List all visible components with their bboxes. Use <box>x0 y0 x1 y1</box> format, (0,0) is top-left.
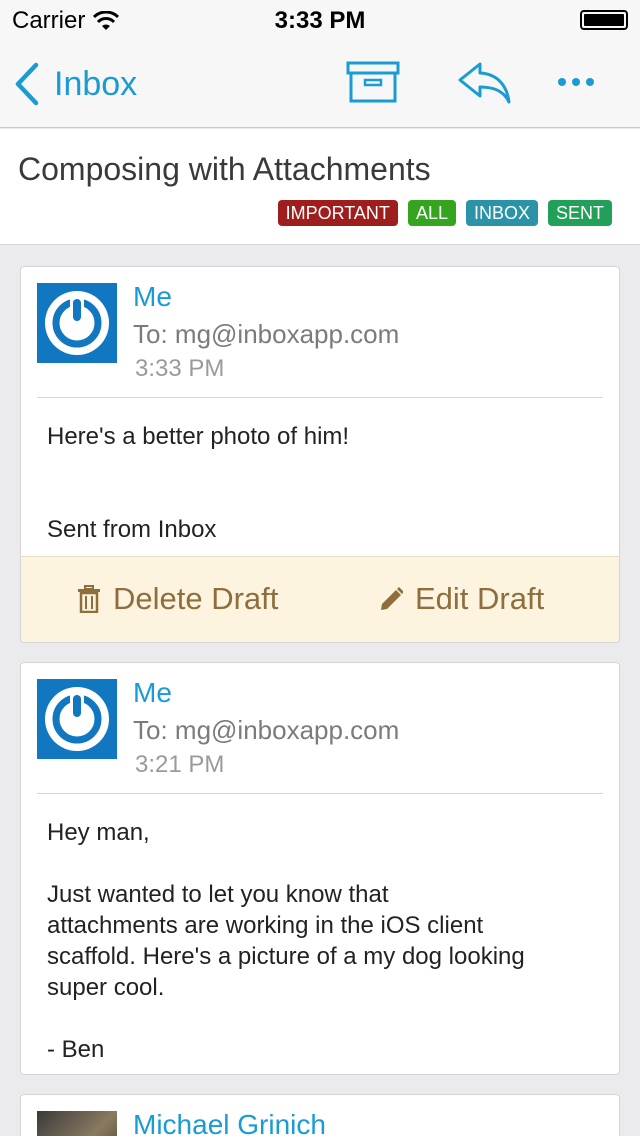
nav-bar: Inbox <box>0 40 640 128</box>
recipient: To: mg@inboxapp.com <box>133 715 400 745</box>
label-all[interactable]: ALL <box>407 200 456 226</box>
back-label: Inbox <box>54 64 138 103</box>
thread-subject: Composing with Attachments <box>18 151 431 187</box>
archive-icon[interactable] <box>346 60 400 104</box>
status-time: 3:33 PM <box>274 7 366 34</box>
thread-header: Composing with Attachments IMPORTANT ALL… <box>0 129 640 245</box>
chevron-left-icon <box>15 62 39 106</box>
message-body: Here's a better photo of him! Sent from … <box>47 423 350 543</box>
message-card[interactable]: Michael Grinich <box>20 1094 620 1136</box>
delete-draft-button[interactable]: Delete Draft <box>77 581 278 617</box>
message-card[interactable]: Me To: mg@inboxapp.com 3:33 PM Here's a … <box>20 266 620 643</box>
avatar <box>37 1111 117 1136</box>
edit-draft-label: Edit Draft <box>415 581 545 616</box>
sender-name: Michael Grinich <box>133 1109 326 1136</box>
sender-name: Me <box>133 677 172 708</box>
sender-name: Me <box>133 281 172 312</box>
divider <box>37 793 603 794</box>
back-button[interactable]: Inbox <box>14 62 137 106</box>
label-inbox[interactable]: INBOX <box>465 200 538 226</box>
avatar <box>37 679 117 759</box>
power-logo-icon <box>45 291 109 355</box>
message-time: 3:21 PM <box>135 751 225 778</box>
recipient: To: mg@inboxapp.com <box>133 319 400 349</box>
thread-labels: IMPORTANT ALL INBOX SENT <box>277 200 612 226</box>
status-bar: Carrier 3:33 PM <box>0 0 640 40</box>
message-time: 3:33 PM <box>135 355 225 382</box>
divider <box>37 397 603 398</box>
power-logo-icon <box>45 687 109 751</box>
delete-draft-label: Delete Draft <box>113 581 279 616</box>
pencil-icon <box>381 587 403 610</box>
battery-icon <box>580 10 628 30</box>
edit-draft-button[interactable]: Edit Draft <box>379 581 544 617</box>
draft-actions: Delete Draft Edit Draft <box>21 556 619 642</box>
trash-icon <box>78 585 100 613</box>
label-important[interactable]: IMPORTANT <box>277 200 398 226</box>
avatar <box>37 283 117 363</box>
reply-icon[interactable] <box>456 60 512 104</box>
label-sent[interactable]: SENT <box>547 200 612 226</box>
more-icon[interactable] <box>556 74 596 90</box>
message-card[interactable]: Me To: mg@inboxapp.com 3:21 PM Hey man, … <box>20 662 620 1075</box>
message-body: Hey man, Just wanted to let you know tha… <box>47 819 525 1063</box>
